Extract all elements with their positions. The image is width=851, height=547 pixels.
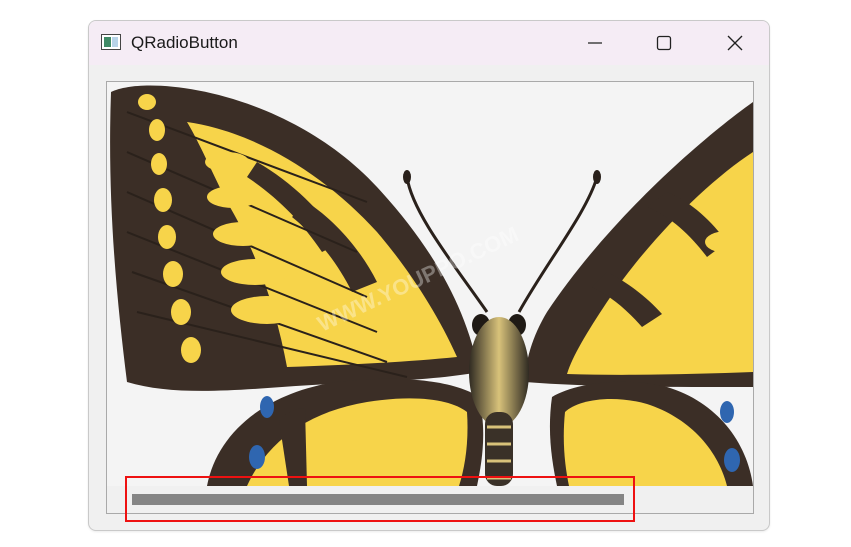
close-icon (727, 35, 743, 51)
right-forewing (525, 102, 753, 387)
minimize-icon (588, 42, 602, 44)
image-viewport: WWW.YOUPPO.COM (107, 82, 753, 486)
minimize-button[interactable] (572, 21, 618, 65)
scroll-area[interactable]: WWW.YOUPPO.COM (106, 81, 754, 514)
maximize-button[interactable] (641, 21, 687, 65)
window-title: QRadioButton (131, 33, 238, 52)
close-button[interactable] (712, 21, 758, 65)
left-forewing (110, 85, 479, 391)
app-window: QRadioButton WWW.YOUPPO.COM (88, 20, 770, 531)
annotation-highlight-box (125, 476, 635, 522)
maximize-icon (656, 35, 672, 51)
butterfly-image: WWW.YOUPPO.COM (110, 85, 753, 486)
title-bar[interactable]: QRadioButton (89, 21, 769, 65)
app-icon (101, 34, 121, 50)
